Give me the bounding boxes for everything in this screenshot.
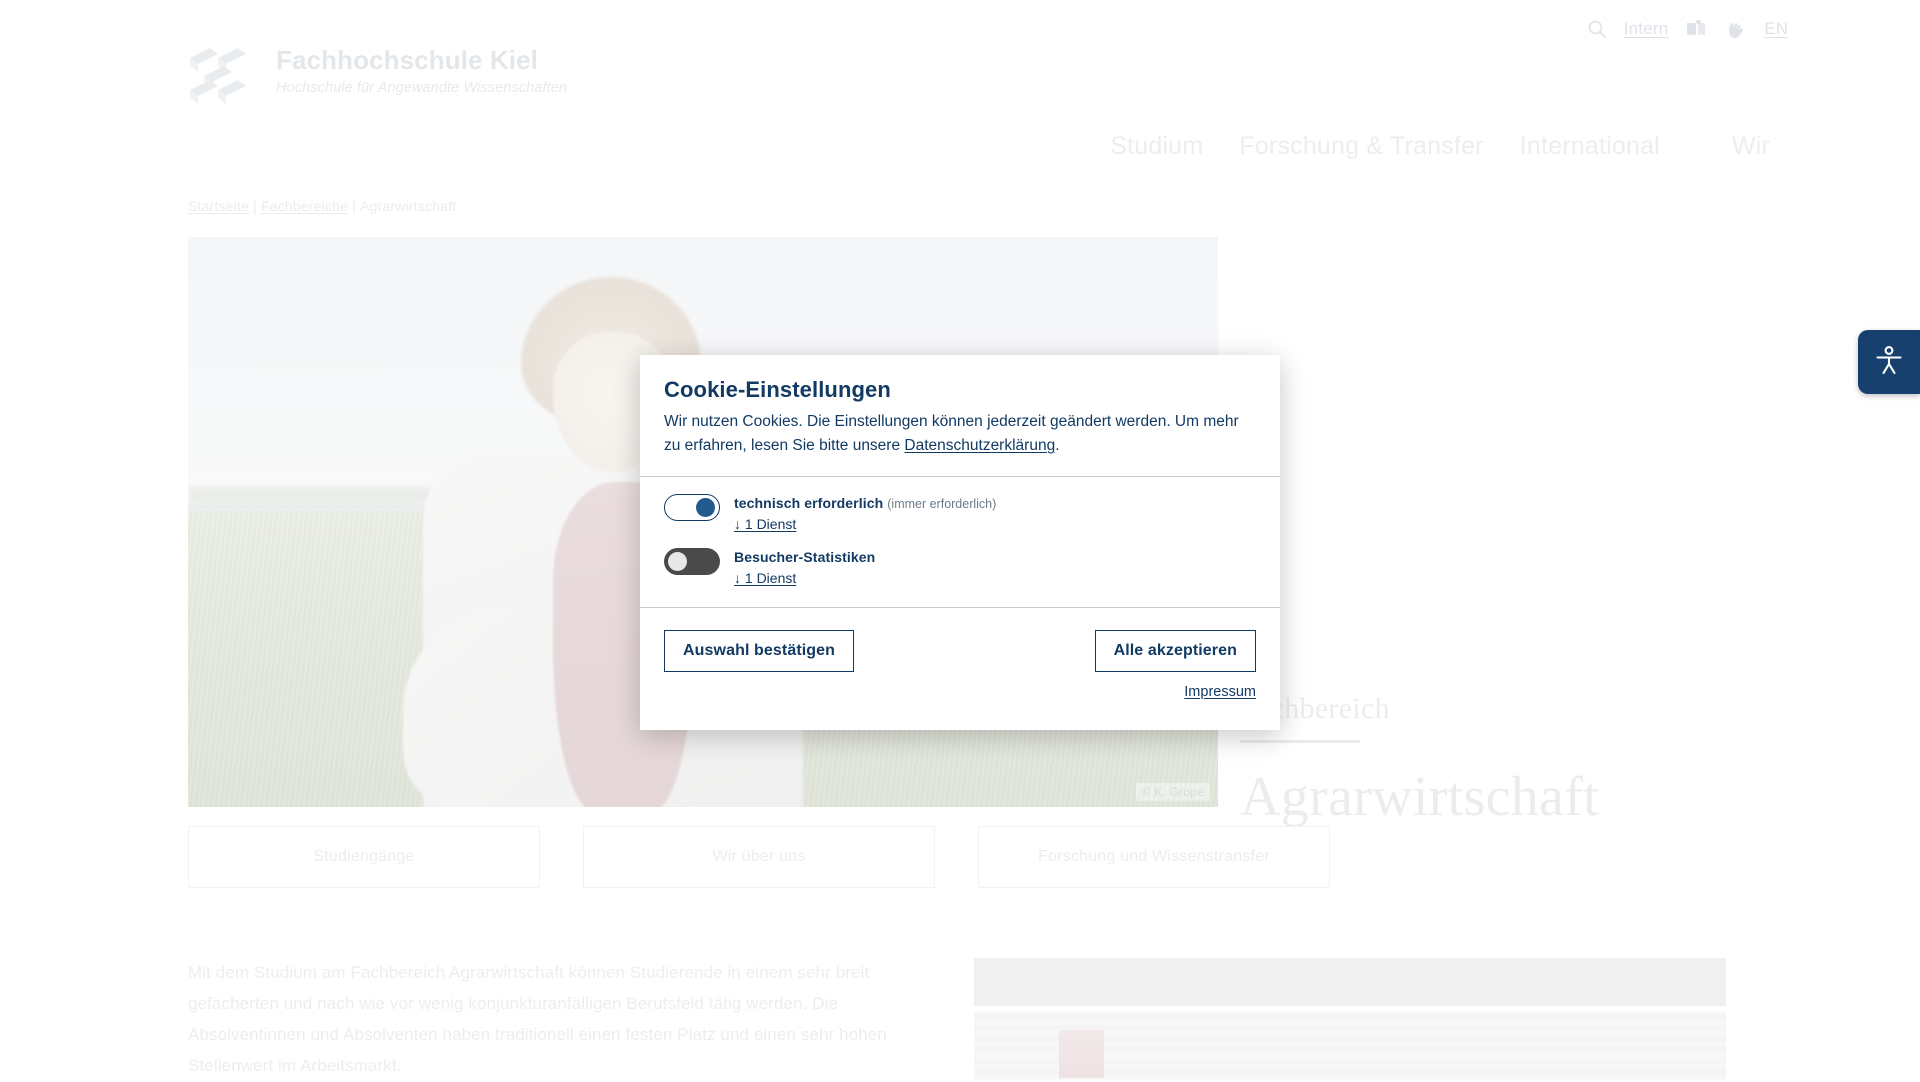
- cookie-dialog-header: Cookie-Einstellungen Wir nutzen Cookies.…: [640, 355, 1280, 476]
- accessibility-person-icon: [1872, 343, 1906, 382]
- cookie-services-toggle-technical[interactable]: ↓ 1 Dienst: [734, 516, 796, 532]
- cookie-category-title: technisch erforderlich: [734, 495, 883, 511]
- brand-text: Fachhochschule Kiel Hochschule für Angew…: [276, 42, 567, 96]
- cookie-category-list: technisch erforderlich (immer erforderli…: [640, 477, 1280, 607]
- cookie-category-note: (immer erforderlich): [887, 497, 996, 511]
- fh-kiel-logo-icon: [188, 46, 258, 104]
- accessibility-widget-button[interactable]: [1858, 330, 1920, 394]
- toggle-knob: [668, 552, 687, 571]
- card-label: Forschung und Wissenstransfer: [1038, 848, 1270, 866]
- cookie-category-title: Besucher-Statistiken: [734, 549, 875, 565]
- breadcrumb-separator-2: |: [352, 198, 356, 214]
- imprint-link[interactable]: Impressum: [1184, 684, 1256, 700]
- cookie-category-technical: technisch erforderlich (immer erforderli…: [664, 493, 1256, 533]
- cookie-category-statistics: Besucher-Statistiken ↓ 1 Dienst: [664, 547, 1256, 587]
- nav-item-forschung-transfer[interactable]: Forschung & Transfer: [1239, 132, 1483, 161]
- cookie-dialog-description: Wir nutzen Cookies. Die Einstellungen kö…: [664, 410, 1256, 458]
- brand-subtitle: Hochschule für Angewandte Wissenschaften: [276, 80, 567, 96]
- language-switch-en[interactable]: EN: [1764, 19, 1788, 39]
- nav-item-wir[interactable]: Wir: [1732, 132, 1770, 161]
- breadcrumb-fachbereiche[interactable]: Fachbereiche: [261, 198, 348, 214]
- card-studiengaenge[interactable]: Studiengänge: [188, 826, 540, 888]
- easy-language-icon[interactable]: [1685, 19, 1707, 39]
- content-placeholder-bar: [974, 958, 1726, 1006]
- cookie-description-text-2: .: [1055, 437, 1059, 454]
- quicklink-cards: Studiengänge Wir über uns Forschung und …: [188, 826, 1330, 888]
- cookie-services-toggle-statistics[interactable]: ↓ 1 Dienst: [734, 570, 796, 586]
- cookie-category-labels: technisch erforderlich (immer erforderli…: [734, 493, 996, 533]
- breadcrumb: Startseite|Fachbereiche|Agrarwirtschaft: [188, 198, 456, 214]
- confirm-selection-button[interactable]: Auswahl bestätigen: [664, 630, 854, 672]
- card-label: Wir über uns: [712, 848, 805, 866]
- breadcrumb-home[interactable]: Startseite: [188, 198, 249, 214]
- accept-all-button[interactable]: Alle akzeptieren: [1095, 630, 1256, 672]
- cookie-dialog-actions: Auswahl bestätigen Alle akzeptieren Impr…: [640, 608, 1280, 730]
- sign-language-icon[interactable]: [1724, 19, 1747, 39]
- cookie-category-name: Besucher-Statistiken: [734, 549, 875, 565]
- card-forschung-wissenstransfer[interactable]: Forschung und Wissenstransfer: [978, 826, 1330, 888]
- cookie-category-labels: Besucher-Statistiken ↓ 1 Dienst: [734, 547, 875, 587]
- toggle-knob: [696, 498, 715, 517]
- cookie-category-name: technisch erforderlich (immer erforderli…: [734, 495, 996, 511]
- cookie-settings-dialog: Cookie-Einstellungen Wir nutzen Cookies.…: [640, 355, 1280, 730]
- cookie-dialog-title: Cookie-Einstellungen: [664, 377, 1256, 403]
- intro-paragraph: Mit dem Studium am Fachbereich Agrarwirt…: [188, 958, 956, 1082]
- privacy-policy-link[interactable]: Datenschutzerklärung: [904, 437, 1055, 454]
- hero-kicker: Fachbereich: [1240, 692, 1599, 726]
- hero-copyright: © K. Grope: [1136, 783, 1210, 801]
- toggle-besucher-statistiken[interactable]: [664, 548, 720, 575]
- nav-item-studium[interactable]: Studium: [1110, 132, 1203, 161]
- card-label: Studiengänge: [313, 848, 414, 866]
- search-icon[interactable]: [1587, 19, 1607, 39]
- hero-text-block: Fachbereich Agrarwirtschaft: [1240, 692, 1599, 829]
- main-navigation: Studium Forschung & Transfer Internation…: [0, 132, 1920, 161]
- breadcrumb-current: Agrarwirtschaft: [360, 198, 456, 214]
- brand-title: Fachhochschule Kiel: [276, 46, 567, 76]
- card-wir-ueber-uns[interactable]: Wir über uns: [583, 826, 935, 888]
- intern-link[interactable]: Intern: [1624, 19, 1669, 39]
- page-title: Agrarwirtschaft: [1240, 765, 1599, 829]
- content-placeholder-body: [974, 1012, 1726, 1080]
- nav-item-international[interactable]: International: [1520, 132, 1660, 161]
- brand-logo[interactable]: Fachhochschule Kiel Hochschule für Angew…: [188, 42, 567, 104]
- toggle-technisch-erforderlich[interactable]: [664, 494, 720, 521]
- hero-divider: [1240, 740, 1360, 743]
- breadcrumb-separator-1: |: [253, 198, 257, 214]
- cookie-accept-group: Alle akzeptieren Impressum: [1095, 630, 1256, 700]
